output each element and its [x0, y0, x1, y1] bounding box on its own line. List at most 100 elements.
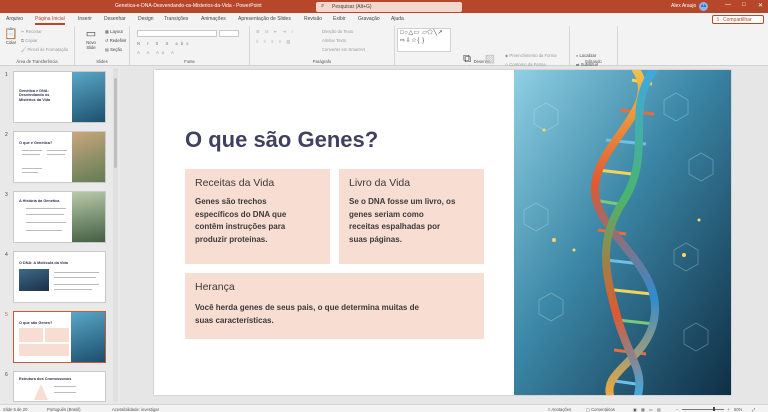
- slide-5[interactable]: O que são Genes? Receitas da Vida Genes …: [154, 70, 731, 395]
- font-format-buttons[interactable]: N I S S abc: [137, 41, 192, 46]
- close-icon[interactable]: ✕: [758, 2, 763, 9]
- slide-title[interactable]: O que são Genes?: [185, 127, 378, 153]
- slides-group-label: Slides: [96, 59, 108, 64]
- format-painter-button[interactable]: 🖌 Pincel de Formatação: [21, 47, 68, 53]
- thumbnail-title: O que são Genes?: [19, 321, 53, 325]
- card-body-line: Se o DNA fosse um livro, os: [349, 197, 456, 206]
- thumbnail-title: O que é Genética?: [19, 141, 53, 145]
- minimize-icon[interactable]: —: [725, 2, 731, 8]
- shape-fill-button[interactable]: ◆ Preenchimento da Forma: [505, 53, 557, 58]
- section-button[interactable]: ▤ Seção: [105, 47, 122, 52]
- text-direction-button[interactable]: Direção do Texto: [322, 29, 353, 34]
- tab-pagina-inicial[interactable]: Página Inicial: [35, 16, 65, 25]
- zoom-level[interactable]: 50%: [734, 407, 742, 412]
- card-body-line: suas características.: [195, 315, 274, 325]
- share-button[interactable]: ⇪ Compartilhar: [712, 14, 764, 24]
- thumbnail-number: 2: [5, 132, 8, 138]
- thumbnail-number: 3: [5, 192, 8, 198]
- tab-design[interactable]: Design: [138, 16, 154, 22]
- slides-group: ▭ Novo Slide ▦ Layout ↺ Redefinir ▤ Seçã…: [75, 26, 130, 65]
- notes-button[interactable]: ≡ Anotações: [548, 407, 571, 412]
- new-slide-icon: ▭: [85, 28, 97, 40]
- paragraph-group-label: Parágrafo: [312, 59, 332, 64]
- zoom-in-icon[interactable]: +: [727, 407, 729, 412]
- card-heading: Herança: [195, 281, 235, 293]
- paragraph-group: ☰ ☷ ⇤ ⇥ ↕ ≡ ≡ ≡ ≡ ▥ Direção do Texto Ali…: [250, 26, 395, 65]
- card-body-line: Você herda genes de seus pais, o que det…: [195, 303, 419, 312]
- reset-button[interactable]: ↺ Redefinir: [105, 38, 126, 43]
- align-text-button[interactable]: Alinhar Texto: [322, 38, 346, 43]
- find-button[interactable]: ⌕ Localizar: [576, 53, 596, 58]
- avatar[interactable]: AA: [699, 2, 708, 11]
- card-livro-da-vida[interactable]: Livro da Vida Se o DNA fosse um livro, o…: [339, 169, 484, 264]
- list-buttons[interactable]: ☰ ☷ ⇤ ⇥ ↕: [256, 29, 295, 34]
- clipboard-group: 📋 Colar ✂ Recortar ⧉ Copiar 🖌 Pincel de …: [0, 26, 75, 65]
- tab-apresentacao[interactable]: Apresentação de Slides: [238, 16, 291, 22]
- arrange-icon: ⧉: [463, 53, 471, 65]
- thumbnail-title: A História da Genética: [19, 199, 60, 203]
- zoom-out-icon[interactable]: −: [676, 407, 678, 412]
- font-name-field[interactable]: [137, 30, 217, 37]
- tab-exibir[interactable]: Exibir: [333, 16, 346, 22]
- smartart-button[interactable]: Converter em SmartArt: [322, 47, 365, 52]
- students-image: [72, 132, 105, 182]
- scientist-image: [72, 192, 105, 242]
- tab-animacoes[interactable]: Animações: [201, 16, 226, 22]
- slide-thumbnail-4[interactable]: O DNA: A Molécula da Vida: [13, 251, 106, 303]
- ribbon: 📋 Colar ✂ Recortar ⧉ Copiar 🖌 Pincel de …: [0, 25, 768, 76]
- thumbnails-scrollbar[interactable]: [113, 68, 118, 402]
- slide-thumbnail-1[interactable]: Genética e DNA: Desvendando os Mistérios…: [13, 71, 106, 123]
- tab-desenhar[interactable]: Desenhar: [104, 16, 126, 22]
- share-icon: ⇪: [716, 16, 721, 23]
- layout-button[interactable]: ▦ Layout: [105, 29, 123, 34]
- share-label: Compartilhar: [723, 17, 752, 23]
- dna-image: [71, 312, 105, 362]
- maximize-icon[interactable]: □: [742, 2, 746, 8]
- card-body-line: específicos do DNA que: [195, 209, 287, 219]
- cut-button[interactable]: ✂ Recortar: [21, 29, 42, 34]
- tab-arquivo[interactable]: Arquivo: [6, 16, 23, 22]
- document-title: Genetica-e-DNA-Desvendando-os-Misterios-…: [115, 3, 262, 9]
- language-status[interactable]: Português (Brasil): [47, 407, 81, 412]
- shapes-gallery[interactable]: □○△▭ ▱⬠╲↗ ⇨⇩☆{ }: [397, 28, 451, 52]
- card-heading: Receitas da Vida: [195, 177, 275, 189]
- editing-group: Editando: [570, 26, 618, 65]
- new-slide-button[interactable]: ▭ Novo Slide: [83, 28, 99, 50]
- card-body-line: produzir proteínas.: [195, 234, 268, 244]
- tab-inserir[interactable]: Inserir: [78, 16, 92, 22]
- thumbnail-title: O DNA: A Molécula da Vida: [19, 261, 68, 265]
- copy-button[interactable]: ⧉ Copiar: [21, 38, 38, 43]
- dna-image: [19, 269, 49, 291]
- card-body-line: receitas espalhadas por: [349, 222, 441, 231]
- card-heading: Livro da Vida: [349, 177, 411, 189]
- font-size-field[interactable]: [219, 30, 239, 37]
- paste-button[interactable]: 📋 Colar: [3, 28, 19, 45]
- fit-slide-icon[interactable]: ⤢: [752, 407, 755, 412]
- dna-helix-image[interactable]: [514, 70, 731, 395]
- font-group-label: Fonte: [184, 59, 195, 64]
- font-color-buttons[interactable]: A A Aa A: [137, 50, 177, 55]
- view-buttons[interactable]: ▣▦▭▤: [633, 407, 665, 412]
- tab-revisao[interactable]: Revisão: [304, 16, 322, 22]
- card-body-line: contêm instruções para: [195, 222, 286, 231]
- zoom-slider[interactable]: [682, 408, 724, 410]
- slide-thumbnail-2[interactable]: O que é Genética?: [13, 131, 106, 183]
- slide-thumbnail-6[interactable]: Estrutura dos Cromossomos: [13, 371, 106, 402]
- tab-ajuda[interactable]: Ajuda: [391, 16, 404, 22]
- tab-gravacao[interactable]: Gravação: [358, 16, 380, 22]
- zoom-slider-thumb[interactable]: [713, 407, 715, 411]
- card-heranca[interactable]: Herança Você herda genes de seus pais, o…: [185, 273, 484, 339]
- search-box[interactable]: ⌕ Pesquisar (Alt+G): [316, 1, 462, 12]
- scrollbar-thumb[interactable]: [114, 78, 117, 168]
- pyramid-graphic: [34, 384, 48, 400]
- title-bar: Genetica-e-DNA-Desvendando-os-Misterios-…: [0, 0, 768, 13]
- tab-transicoes[interactable]: Transições: [164, 16, 188, 22]
- slide-counter: Slide 5 de 20: [3, 406, 28, 412]
- accessibility-status[interactable]: Acessibilidade: investigar: [112, 407, 159, 412]
- slide-thumbnail-5[interactable]: O que são Genes?: [13, 311, 106, 363]
- slide-thumbnail-3[interactable]: A História da Genética: [13, 191, 106, 243]
- card-receitas-da-vida[interactable]: Receitas da Vida Genes são trechos espec…: [185, 169, 330, 264]
- align-buttons[interactable]: ≡ ≡ ≡ ≡ ▥: [256, 39, 292, 44]
- user-name[interactable]: Alex Araujo: [671, 3, 696, 9]
- comments-button[interactable]: ▢ Comentários: [586, 407, 615, 412]
